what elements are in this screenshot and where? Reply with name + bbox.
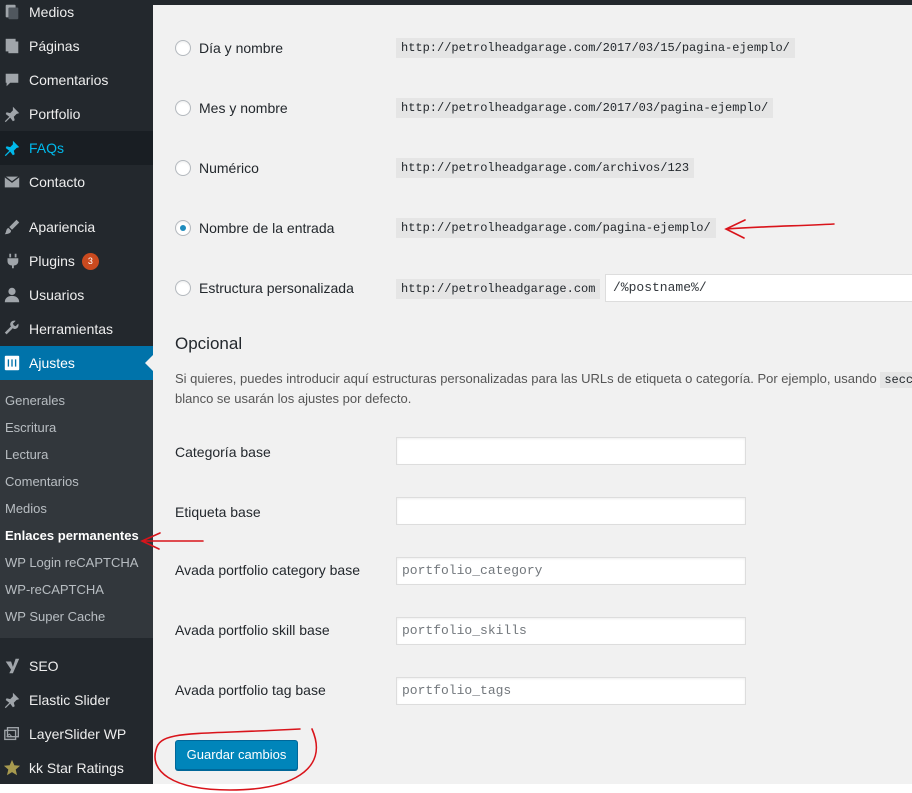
radio-button[interactable] — [175, 160, 191, 176]
submenu-item-generales[interactable]: Generales — [5, 391, 65, 411]
menu-label: Plugins — [29, 253, 75, 269]
menu-label: FAQs — [29, 140, 65, 156]
menu-item-usuarios[interactable]: Usuarios — [0, 278, 153, 312]
menu-label: SEO — [29, 658, 59, 674]
radio-button[interactable] — [175, 40, 191, 56]
wrench-icon — [0, 320, 29, 338]
radio-button-checked[interactable] — [175, 220, 191, 236]
pin-icon — [0, 139, 29, 157]
optional-description-line2: blanco se usarán los ajustes por defecto… — [175, 391, 412, 406]
description-text: Si quieres, puedes introducir aquí estru… — [175, 371, 881, 386]
menu-item-apariencia[interactable]: Apariencia — [0, 210, 153, 244]
pin-icon — [0, 691, 29, 709]
menu-label: LayerSlider WP — [29, 726, 127, 742]
plugin-icon — [0, 252, 29, 270]
menu-label: Apariencia — [29, 219, 96, 235]
submenu-item-wp-super-cache[interactable]: WP Super Cache — [5, 607, 105, 627]
example-url: http://petrolheadgarage.com/pagina-ejemp… — [396, 218, 716, 238]
menu-label: Portfolio — [29, 106, 81, 122]
menu-item-kk-star-ratings[interactable]: kk Star Ratings — [0, 751, 153, 785]
categoria-base-input[interactable] — [396, 437, 746, 465]
mail-icon — [0, 173, 29, 191]
example-url: http://petrolheadgarage.com/2017/03/15/p… — [396, 38, 795, 58]
description-code: seccio — [880, 372, 912, 388]
field-label-portfolio-category: Avada portfolio category base — [175, 562, 360, 578]
admin-topbar — [153, 0, 912, 5]
field-label-etiqueta-base: Etiqueta base — [175, 504, 261, 520]
star-icon — [0, 759, 29, 777]
menu-item-layerslider[interactable]: LayerSlider WP — [0, 717, 153, 751]
permalink-option-mes-nombre[interactable]: Mes y nombre — [175, 98, 288, 118]
menu-item-faqs[interactable]: FAQs — [0, 131, 153, 165]
main-content: Día y nombre http://petrolheadgarage.com… — [153, 0, 912, 784]
portfolio-category-input[interactable]: portfolio_category — [396, 557, 746, 585]
section-heading-opcional: Opcional — [175, 334, 243, 353]
menu-item-comentarios[interactable]: Comentarios — [0, 63, 153, 97]
menu-label: Comentarios — [29, 72, 109, 88]
example-url: http://petrolheadgarage.com/archivos/123 — [396, 158, 695, 178]
menu-label: Contacto — [29, 174, 86, 190]
menu-item-contacto[interactable]: Contacto — [0, 165, 153, 199]
pages-icon — [0, 37, 29, 55]
save-changes-button[interactable]: Guardar cambios — [175, 740, 298, 770]
update-count-badge: 3 — [81, 252, 99, 270]
settings-icon — [0, 354, 29, 372]
menu-item-ajustes[interactable]: Ajustes — [0, 346, 153, 380]
pin-icon — [0, 105, 29, 123]
permalink-option-numerico[interactable]: Numérico — [175, 158, 259, 178]
submenu-item-wp-login-recaptcha[interactable]: WP Login reCAPTCHA — [5, 553, 138, 573]
option-label: Estructura personalizada — [199, 280, 354, 296]
custom-structure-input[interactable]: /%postname%/ — [605, 274, 912, 302]
option-label: Día y nombre — [199, 40, 284, 56]
option-label: Mes y nombre — [199, 100, 288, 116]
option-label: Nombre de la entrada — [199, 220, 335, 236]
field-label-portfolio-tag: Avada portfolio tag base — [175, 682, 326, 698]
field-label-categoria-base: Categoría base — [175, 444, 271, 460]
menu-item-seo[interactable]: SEO — [0, 649, 153, 683]
example-url: http://petrolheadgarage.com/2017/03/pagi… — [396, 98, 774, 118]
submenu-item-escritura[interactable]: Escritura — [5, 418, 56, 438]
menu-label: Medios — [29, 4, 75, 20]
menu-item-medios[interactable]: Medios — [0, 0, 153, 29]
settings-submenu: Generales Escritura Lectura Comentarios … — [0, 380, 153, 638]
submenu-item-lectura[interactable]: Lectura — [5, 445, 48, 465]
menu-label: Herramientas — [29, 321, 114, 337]
menu-label: Ajustes — [29, 355, 75, 371]
submenu-item-enlaces-permanentes[interactable]: Enlaces permanentes — [5, 526, 139, 546]
option-label: Numérico — [199, 160, 259, 176]
portfolio-tag-input[interactable]: portfolio_tags — [396, 677, 746, 705]
permalink-option-estructura-personalizada[interactable]: Estructura personalizada — [175, 278, 354, 298]
radio-button[interactable] — [175, 280, 191, 296]
admin-sidebar: Medios Páginas Comentarios Portfolio FAQ… — [0, 0, 153, 784]
etiqueta-base-input[interactable] — [396, 497, 746, 525]
menu-label: Usuarios — [29, 287, 85, 303]
permalink-option-dia-nombre[interactable]: Día y nombre — [175, 38, 283, 58]
optional-description: Si quieres, puedes introducir aquí estru… — [175, 371, 912, 388]
portfolio-skill-input[interactable]: portfolio_skills — [396, 617, 746, 645]
menu-label: kk Star Ratings — [29, 760, 124, 776]
permalink-option-nombre-entrada[interactable]: Nombre de la entrada — [175, 218, 334, 238]
submenu-item-comentarios[interactable]: Comentarios — [5, 472, 79, 492]
radio-button[interactable] — [175, 100, 191, 116]
users-icon — [0, 286, 29, 304]
example-url-base: http://petrolheadgarage.com — [396, 279, 601, 299]
submenu-item-wp-recaptcha[interactable]: WP-reCAPTCHA — [5, 580, 104, 600]
menu-item-paginas[interactable]: Páginas — [0, 29, 153, 63]
menu-label: Páginas — [29, 38, 80, 54]
submenu-item-medios[interactable]: Medios — [5, 499, 47, 519]
comments-icon — [0, 71, 29, 89]
menu-item-portfolio[interactable]: Portfolio — [0, 97, 153, 131]
menu-item-plugins[interactable]: Plugins 3 — [0, 244, 153, 278]
menu-item-elastic-slider[interactable]: Elastic Slider — [0, 683, 153, 717]
media-icon — [0, 3, 29, 21]
yoast-icon — [0, 657, 29, 675]
paintbrush-icon — [0, 218, 29, 236]
menu-label: Elastic Slider — [29, 692, 110, 708]
layers-icon — [0, 725, 29, 743]
menu-item-herramientas[interactable]: Herramientas — [0, 312, 153, 346]
field-label-portfolio-skill: Avada portfolio skill base — [175, 622, 330, 638]
